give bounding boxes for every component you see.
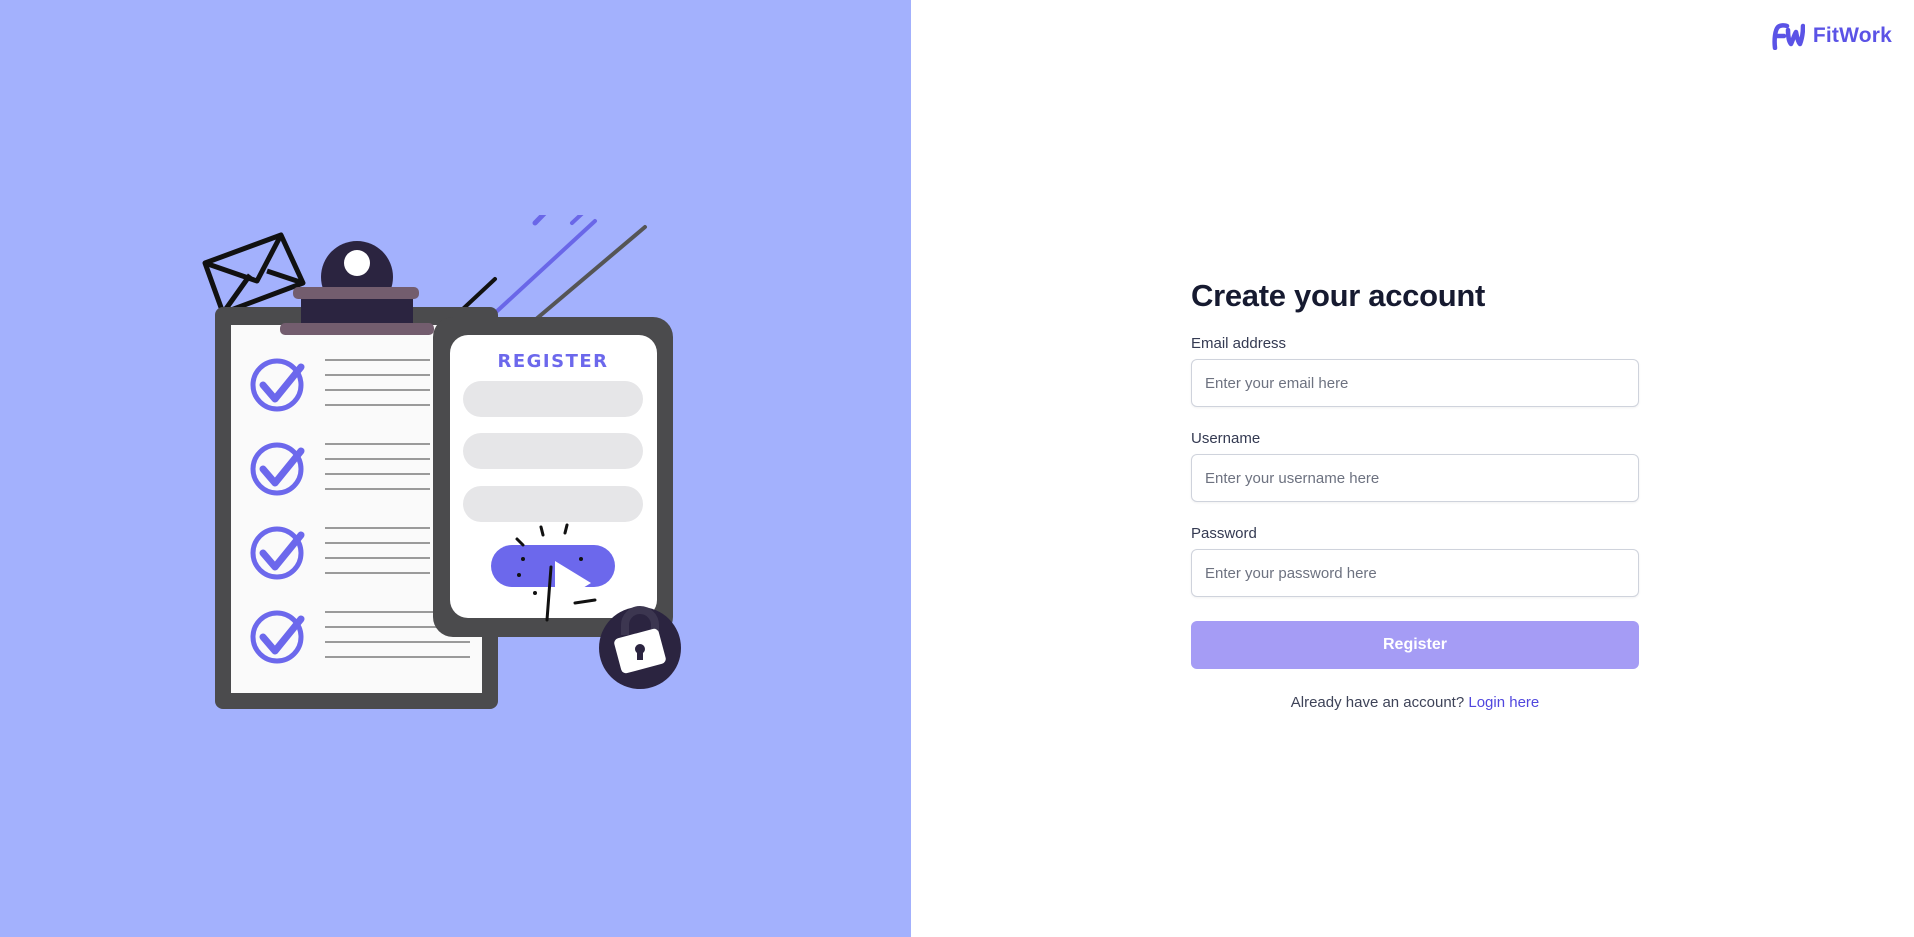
envelope-icon [202,232,306,316]
email-input[interactable] [1191,359,1639,407]
register-form: Create your account Email address Userna… [1191,278,1639,711]
login-prompt-text: Already have an account? [1290,694,1465,711]
brand-name: FitWork [1812,24,1892,47]
login-prompt-line: Already have an account? Login here [1191,694,1639,711]
page-title: Create your account [1191,278,1486,313]
username-field-group: Username [1191,430,1639,502]
form-panel: FitWork Create your account Email addres… [911,0,1914,937]
email-label: Email address [1191,335,1287,352]
password-field-group: Password [1191,525,1639,597]
login-link[interactable]: Login here [1468,694,1539,711]
lock-icon [599,606,681,689]
register-button[interactable]: Register [1191,621,1639,669]
email-field-group: Email address [1191,335,1639,407]
register-card-heading: REGISTER [497,351,608,372]
illustration-panel: REGISTER [0,0,911,937]
brand-header[interactable]: FitWork [1771,22,1892,50]
register-card: REGISTER [433,317,673,637]
register-illustration: REGISTER [202,215,681,709]
username-input[interactable] [1191,454,1639,502]
register-page: REGISTER FitWork Create your account Ema… [0,0,1914,937]
username-label: Username [1191,430,1261,447]
password-label: Password [1191,525,1257,542]
password-input[interactable] [1191,549,1639,597]
fitwork-logo-icon [1772,23,1805,50]
